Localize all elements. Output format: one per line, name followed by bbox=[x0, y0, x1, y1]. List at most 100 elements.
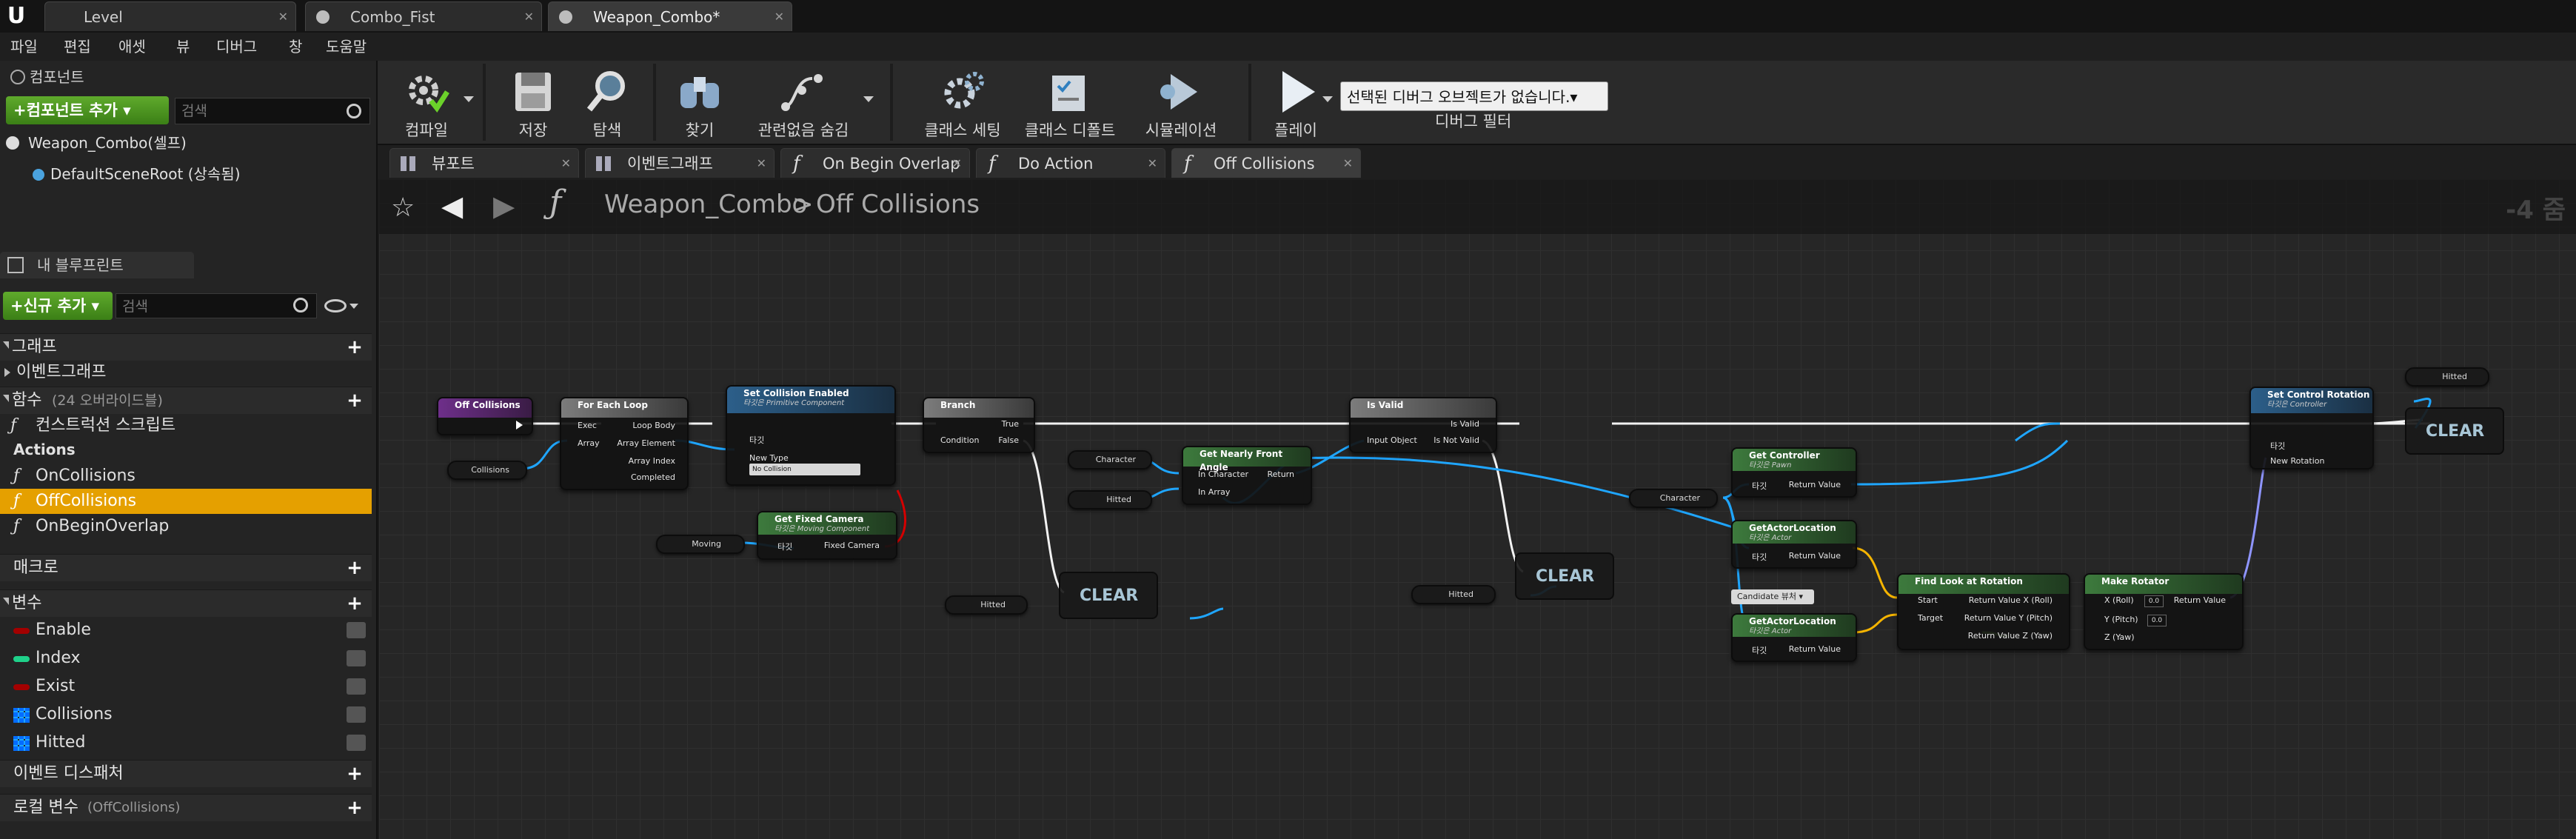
node-get-nearly-front-angle[interactable]: Get Nearly Front Angle In Character In A… bbox=[1182, 446, 1312, 505]
visibility-toggle[interactable] bbox=[347, 622, 366, 638]
play-button[interactable]: 플레이 bbox=[1259, 65, 1333, 139]
var-node-hitted[interactable]: Hitted bbox=[2405, 367, 2489, 387]
class-defaults-button[interactable]: 클래스 디폴트 bbox=[1014, 65, 1125, 139]
chevron-down-icon[interactable] bbox=[1322, 96, 1333, 102]
var-node-hitted[interactable]: Hitted bbox=[1068, 490, 1152, 509]
node-get-actor-location[interactable]: GetActorLocation 타깃은 Actor 타깃 Return Valu… bbox=[1731, 520, 1857, 569]
add-function-button[interactable]: + bbox=[347, 391, 363, 410]
add-component-button[interactable]: +컴포넌트 추가 ▾ bbox=[6, 96, 169, 124]
add-macro-button[interactable]: + bbox=[347, 558, 363, 578]
exec-out-pin[interactable] bbox=[516, 421, 523, 429]
variable-item-index[interactable]: Index bbox=[0, 646, 372, 671]
compile-button[interactable]: 컴파일 bbox=[389, 65, 464, 139]
my-blueprint-tab[interactable]: 내 블루프린트 bbox=[0, 252, 194, 278]
menu-window[interactable]: 창 bbox=[289, 33, 302, 61]
var-node-hitted[interactable]: Hitted bbox=[945, 595, 1028, 615]
doc-tab-combo-fist[interactable]: Combo_Fist ✕ bbox=[305, 1, 542, 31]
section-graph[interactable]: 그래프 + bbox=[0, 333, 372, 361]
function-item-offcollisions[interactable]: ƒ OffCollisions bbox=[0, 489, 372, 514]
node-clear-hitted-3[interactable]: CLEAR bbox=[2405, 407, 2504, 455]
tab-eventgraph[interactable]: 이벤트그래프 ✕ bbox=[585, 148, 775, 178]
menu-debug[interactable]: 디버그 bbox=[216, 33, 257, 61]
close-icon[interactable]: ✕ bbox=[1148, 149, 1157, 178]
variable-item-hitted[interactable]: Hitted bbox=[0, 730, 372, 755]
class-settings-button[interactable]: 클래스 세팅 bbox=[911, 65, 1014, 139]
menu-help[interactable]: 도움말 bbox=[326, 33, 367, 61]
new-add-button[interactable]: +신규 추가 ▾ bbox=[3, 292, 113, 320]
simulation-button[interactable]: 시뮬레이션 bbox=[1125, 65, 1237, 139]
find-button[interactable]: 찾기 bbox=[659, 65, 740, 139]
add-graph-button[interactable]: + bbox=[347, 338, 363, 357]
add-dispatcher-button[interactable]: + bbox=[347, 764, 363, 783]
node-make-rotator[interactable]: Make Rotator X (Roll) 0.0 Y (Pitch) 0.0 … bbox=[2084, 573, 2244, 650]
var-node-character[interactable]: Character bbox=[1068, 450, 1152, 469]
doc-tab-level[interactable]: Level ✕ bbox=[44, 1, 296, 31]
close-icon[interactable]: ✕ bbox=[757, 149, 766, 178]
node-is-valid[interactable]: Is Valid Input Object Is Valid Is Not Va… bbox=[1349, 397, 1497, 453]
visibility-toggle[interactable] bbox=[347, 735, 366, 751]
tab-viewport[interactable]: 뷰포트 ✕ bbox=[389, 148, 579, 178]
menu-file[interactable]: 파일 bbox=[10, 33, 38, 61]
function-category-actions[interactable]: Actions bbox=[0, 437, 372, 462]
var-node-moving[interactable]: Moving bbox=[656, 535, 745, 554]
tab-off-collisions[interactable]: f Off Collisions ✕ bbox=[1171, 148, 1361, 178]
node-set-control-rotation[interactable]: Set Control Rotation 타깃은 Controller 타깃 Ne… bbox=[2249, 387, 2374, 469]
add-local-variable-button[interactable]: + bbox=[347, 798, 363, 818]
menu-view[interactable]: 뷰 bbox=[176, 33, 190, 61]
graph-item-eventgraph[interactable]: 이벤트그래프 bbox=[0, 360, 372, 385]
component-item-self[interactable]: Weapon_Combo(셀프) bbox=[0, 130, 372, 156]
pitch-input[interactable]: 0.0 bbox=[2147, 615, 2167, 626]
chevron-down-icon[interactable] bbox=[863, 96, 874, 102]
hide-unrelated-button[interactable]: 관련없음 숨김 bbox=[740, 65, 866, 139]
node-branch[interactable]: Branch Condition True False bbox=[923, 397, 1035, 453]
variable-item-exist[interactable]: Exist bbox=[0, 674, 372, 699]
close-icon[interactable]: ✕ bbox=[1343, 149, 1353, 178]
close-icon[interactable]: ✕ bbox=[278, 2, 288, 32]
node-set-collision-enabled[interactable]: Set Collision Enabled 타깃은 Primitive Compo… bbox=[726, 385, 896, 486]
section-variables[interactable]: 변수 + bbox=[0, 589, 372, 617]
chevron-down-icon[interactable] bbox=[349, 304, 358, 309]
debug-object-select[interactable]: 선택된 디버그 오브젝트가 없습니다.▾ bbox=[1340, 81, 1608, 111]
var-node-collisions[interactable]: Collisions bbox=[447, 461, 527, 480]
function-item-onbeginoverlap[interactable]: ƒ OnBeginOverlap bbox=[0, 514, 372, 539]
candidate-target-select[interactable]: Candidate 뷰처 ▾ bbox=[1731, 589, 1814, 604]
section-local-variables[interactable]: 로컬 변수 (OffCollisions) + bbox=[0, 794, 372, 821]
tab-on-begin-overlap[interactable]: f On Begin Overlap ✕ bbox=[780, 148, 970, 178]
node-for-each-loop[interactable]: For Each Loop Exec Array Loop Body Array… bbox=[560, 397, 689, 490]
var-node-hitted[interactable]: Hitted bbox=[1411, 585, 1496, 604]
menu-edit[interactable]: 편집 bbox=[64, 33, 91, 61]
add-variable-button[interactable]: + bbox=[347, 594, 363, 613]
component-item-root[interactable]: DefaultSceneRoot (상속됨) bbox=[0, 161, 372, 187]
close-icon[interactable]: ✕ bbox=[775, 2, 784, 32]
eye-icon[interactable] bbox=[324, 299, 347, 312]
unreal-logo-icon[interactable]: U bbox=[3, 3, 30, 30]
close-icon[interactable]: ✕ bbox=[561, 149, 571, 178]
roll-input[interactable]: 0.0 bbox=[2144, 595, 2164, 607]
component-search-input[interactable]: 검색 bbox=[175, 98, 370, 124]
node-get-fixed-camera[interactable]: Get Fixed Camera 타깃은 Moving Component 타깃 … bbox=[757, 511, 897, 560]
tab-do-action[interactable]: f Do Action ✕ bbox=[976, 148, 1165, 178]
visibility-toggle[interactable] bbox=[347, 706, 366, 723]
visibility-toggle[interactable] bbox=[347, 678, 366, 695]
blueprint-search-input[interactable]: 검색 bbox=[116, 293, 317, 318]
collision-type-select[interactable]: No Collision bbox=[749, 464, 860, 475]
visibility-toggle[interactable] bbox=[347, 650, 366, 666]
section-functions[interactable]: 함수 (24 오버라이드블) + bbox=[0, 387, 372, 414]
menu-asset[interactable]: 애셋 bbox=[118, 33, 146, 61]
function-item-oncollisions[interactable]: ƒ OnCollisions bbox=[0, 464, 372, 489]
var-node-character[interactable]: Character bbox=[1629, 489, 1718, 508]
browse-button[interactable]: 탐색 bbox=[570, 65, 644, 139]
variable-item-collisions[interactable]: Collisions bbox=[0, 702, 372, 727]
node-off-collisions[interactable]: Off Collisions bbox=[437, 397, 533, 435]
node-clear-hitted-2[interactable]: CLEAR bbox=[1515, 552, 1614, 600]
save-button[interactable]: 저장 bbox=[496, 65, 570, 139]
blueprint-graph[interactable]: ☆ ◀ ▶ ƒ Weapon_Combo > Off Collisions -4… bbox=[379, 179, 2576, 839]
section-dispatchers[interactable]: 이벤트 디스패처 + bbox=[0, 760, 372, 787]
chevron-down-icon[interactable] bbox=[464, 96, 474, 102]
variable-item-enable[interactable]: Enable bbox=[0, 618, 372, 643]
node-get-controller[interactable]: Get Controller 타깃은 Pawn 타깃 Return Value bbox=[1731, 447, 1857, 498]
doc-tab-weapon-combo[interactable]: Weapon_Combo* ✕ bbox=[548, 1, 792, 31]
close-icon[interactable]: ✕ bbox=[952, 149, 962, 178]
node-get-actor-location[interactable]: GetActorLocation 타깃은 Actor 타깃 Return Valu… bbox=[1731, 613, 1857, 662]
function-item-construction[interactable]: ƒ 컨스트럭션 스크립트 bbox=[0, 413, 372, 438]
